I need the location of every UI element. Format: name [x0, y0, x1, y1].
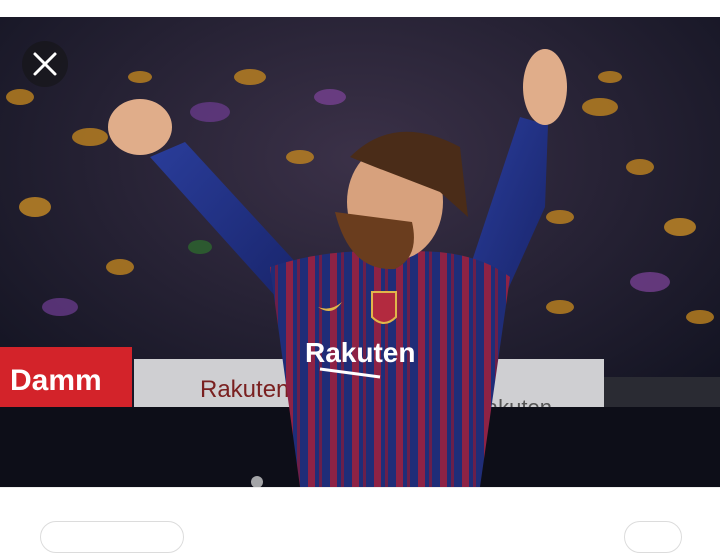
ad-board-middle-text: Rakuten [200, 376, 289, 403]
main-photo: Damm Rakuten Rakuten Rakuten [0, 17, 720, 487]
club-crest-icon [371, 291, 397, 324]
bottom-right-action-button[interactable] [624, 521, 682, 553]
close-icon [33, 52, 57, 76]
jersey-sponsor-text: Rakuten [305, 337, 415, 368]
bottom-left-action-button[interactable] [40, 521, 184, 553]
top-status-strip [0, 0, 720, 17]
close-button[interactable] [22, 41, 68, 87]
ad-board-left-text: Damm [10, 364, 102, 397]
